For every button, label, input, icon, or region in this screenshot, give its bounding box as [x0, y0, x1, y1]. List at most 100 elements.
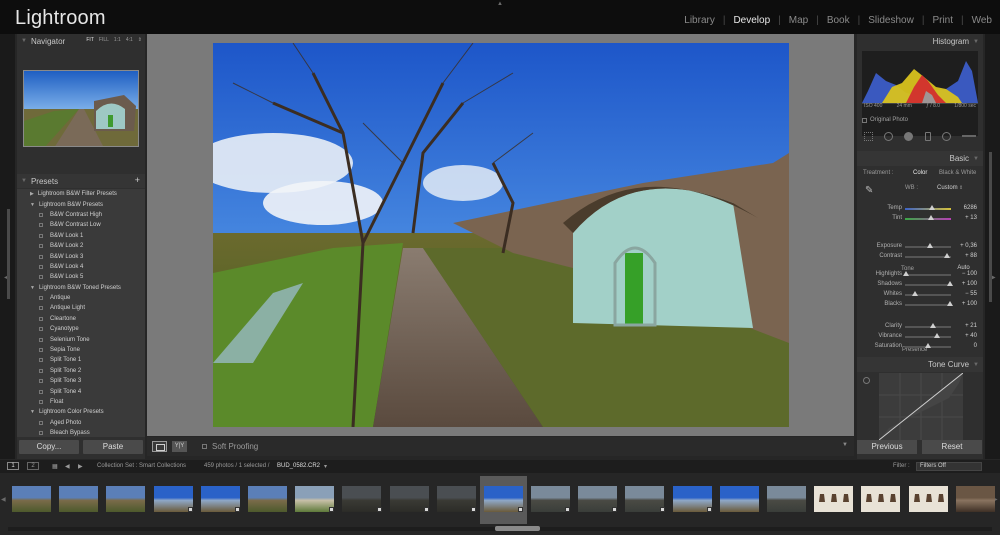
slider-track[interactable]	[905, 326, 951, 328]
filmstrip-scroll-thumb[interactable]	[495, 526, 540, 531]
preset-item[interactable]: Split Tone 4	[17, 386, 145, 396]
slider-thumb[interactable]	[944, 253, 951, 258]
original-photo-toggle[interactable]: Original Photo	[862, 117, 908, 123]
filmstrip-thumbnail[interactable]	[8, 476, 55, 524]
preset-item[interactable]: B&W Look 4	[17, 262, 145, 272]
preset-item[interactable]: Split Tone 3	[17, 376, 145, 386]
zoom-option-4-1[interactable]: 4:1	[126, 37, 133, 43]
soft-proofing-toggle[interactable]: Soft Proofing	[202, 442, 258, 451]
spot-removal-icon[interactable]	[884, 131, 894, 141]
back-arrow-icon[interactable]: ◀	[65, 463, 70, 470]
slider-value[interactable]: + 100	[952, 281, 977, 287]
preset-item[interactable]: Aged Photo	[17, 418, 145, 428]
slider-value[interactable]: + 13	[952, 215, 977, 221]
zoom-option-fill[interactable]: FILL	[99, 37, 109, 43]
crop-tool-icon[interactable]	[864, 131, 873, 141]
preset-item[interactable]: Split Tone 2	[17, 366, 145, 376]
slider-thumb[interactable]	[925, 343, 931, 348]
right-scrollbar[interactable]	[989, 152, 992, 302]
slider-track[interactable]	[905, 336, 951, 338]
preset-folder[interactable]: ▼ Lightroom B&W Presets	[17, 199, 145, 209]
filmstrip-thumbnail[interactable]	[857, 476, 904, 524]
collapse-triangle-icon[interactable]: ▼	[973, 156, 979, 162]
loupe-view-button[interactable]	[152, 441, 167, 452]
preset-item[interactable]: Sepia Tone	[17, 345, 145, 355]
filmstrip-thumbnail[interactable]	[386, 476, 433, 524]
treatment-bw-option[interactable]: Black & White	[939, 170, 976, 176]
filmstrip-thumbnail[interactable]	[55, 476, 102, 524]
slider-temp[interactable]: Temp 6286	[857, 204, 983, 214]
previous-button[interactable]: Previous	[857, 440, 917, 454]
adjustment-brush-icon[interactable]	[961, 135, 976, 137]
preset-item[interactable]: Float	[17, 397, 145, 407]
filmstrip-thumbnail[interactable]	[905, 476, 952, 524]
tone-curve-header[interactable]: Tone Curve ▼	[857, 357, 983, 372]
slider-thumb[interactable]	[927, 215, 934, 220]
paste-settings-button[interactable]: Paste	[83, 440, 143, 454]
slider-thumb[interactable]	[928, 205, 935, 210]
second-window-button[interactable]: 2	[27, 462, 39, 470]
original-photo-checkbox[interactable]	[862, 117, 867, 123]
preset-folder[interactable]: ▼ Lightroom Color Presets	[17, 407, 145, 417]
preset-item[interactable]: B&W Contrast Low	[17, 220, 145, 230]
add-preset-icon[interactable]: +	[135, 175, 140, 185]
photo-canvas[interactable]	[147, 34, 854, 436]
slider-tint[interactable]: Tint + 13	[857, 214, 983, 224]
module-slideshow[interactable]: Slideshow	[866, 15, 916, 26]
preset-item[interactable]: Selenium Tone	[17, 334, 145, 344]
preset-item[interactable]: Antique Light	[17, 303, 145, 313]
slider-shadows[interactable]: Shadows + 100	[857, 280, 983, 290]
filename-label[interactable]: BUD_0582.CR2	[277, 463, 320, 469]
histogram-header[interactable]: Histogram ▼	[857, 34, 983, 49]
filmstrip-thumbnail[interactable]	[574, 476, 621, 524]
preset-item[interactable]: Split Tone 1	[17, 355, 145, 365]
slider-thumb[interactable]	[934, 333, 941, 338]
targeted-adjustment-icon[interactable]	[863, 377, 870, 384]
slider-whites[interactable]: Whites − 55	[857, 290, 983, 300]
preset-item[interactable]: B&W Look 3	[17, 251, 145, 261]
filmstrip-thumbnail[interactable]	[810, 476, 857, 524]
zoom-option-1-1[interactable]: 1:1	[114, 37, 121, 43]
filmstrip-thumbnail[interactable]	[433, 476, 480, 524]
wb-dropdown-icon[interactable]: ⇕	[959, 185, 963, 191]
filmstrip-thumbnail[interactable]	[763, 476, 810, 524]
forward-arrow-icon[interactable]: ▶	[78, 463, 83, 470]
zoom-menu-icon[interactable]: ⇕	[138, 37, 142, 43]
collapse-triangle-icon[interactable]: ▼	[973, 39, 979, 45]
preset-folder[interactable]: ▼ Lightroom B&W Toned Presets	[17, 283, 145, 293]
module-web[interactable]: Web	[970, 15, 994, 26]
slider-highlights[interactable]: Highlights − 100	[857, 270, 983, 280]
wb-select[interactable]: Custom	[937, 185, 958, 191]
slider-track[interactable]	[905, 304, 951, 306]
slider-track[interactable]	[905, 284, 951, 286]
collapse-top-arrow-icon[interactable]: ▲	[497, 1, 503, 7]
graduated-filter-icon[interactable]	[924, 131, 931, 141]
preset-item[interactable]: B&W Contrast High	[17, 210, 145, 220]
source-label[interactable]: Collection Set : Smart Collections	[97, 463, 186, 469]
slider-thumb[interactable]	[902, 271, 909, 276]
main-photo[interactable]	[213, 43, 789, 427]
slider-saturation[interactable]: Saturation 0	[857, 342, 983, 352]
slider-thumb[interactable]	[929, 323, 936, 328]
collapse-triangle-icon[interactable]: ▼	[21, 178, 27, 184]
filmstrip-thumbnail[interactable]	[527, 476, 574, 524]
tone-curve-graph[interactable]	[879, 373, 963, 440]
filmstrip-thumbnail[interactable]	[669, 476, 716, 524]
filmstrip-thumbnail[interactable]	[197, 476, 244, 524]
presets-header[interactable]: ▼ Presets +	[17, 174, 145, 188]
slider-value[interactable]: + 100	[952, 301, 977, 307]
main-window-button[interactable]: 1	[7, 462, 19, 470]
slider-thumb[interactable]	[912, 291, 919, 296]
left-scrollbar[interactable]	[7, 209, 10, 299]
filmstrip-left-icon[interactable]: ◀	[1, 496, 6, 503]
module-develop[interactable]: Develop	[731, 15, 772, 26]
filter-dropdown[interactable]: Filters Off	[916, 462, 982, 471]
soft-proofing-checkbox[interactable]	[202, 444, 207, 449]
module-book[interactable]: Book	[825, 15, 852, 26]
filename-dropdown-icon[interactable]: ▾	[324, 463, 327, 470]
filmstrip-thumbnail[interactable]	[150, 476, 197, 524]
preset-folder[interactable]: ▶ Lightroom B&W Filter Presets	[17, 189, 145, 199]
navigator-preview[interactable]	[23, 70, 139, 147]
slider-contrast[interactable]: Contrast + 88	[857, 252, 983, 262]
preset-item[interactable]: Antique	[17, 293, 145, 303]
